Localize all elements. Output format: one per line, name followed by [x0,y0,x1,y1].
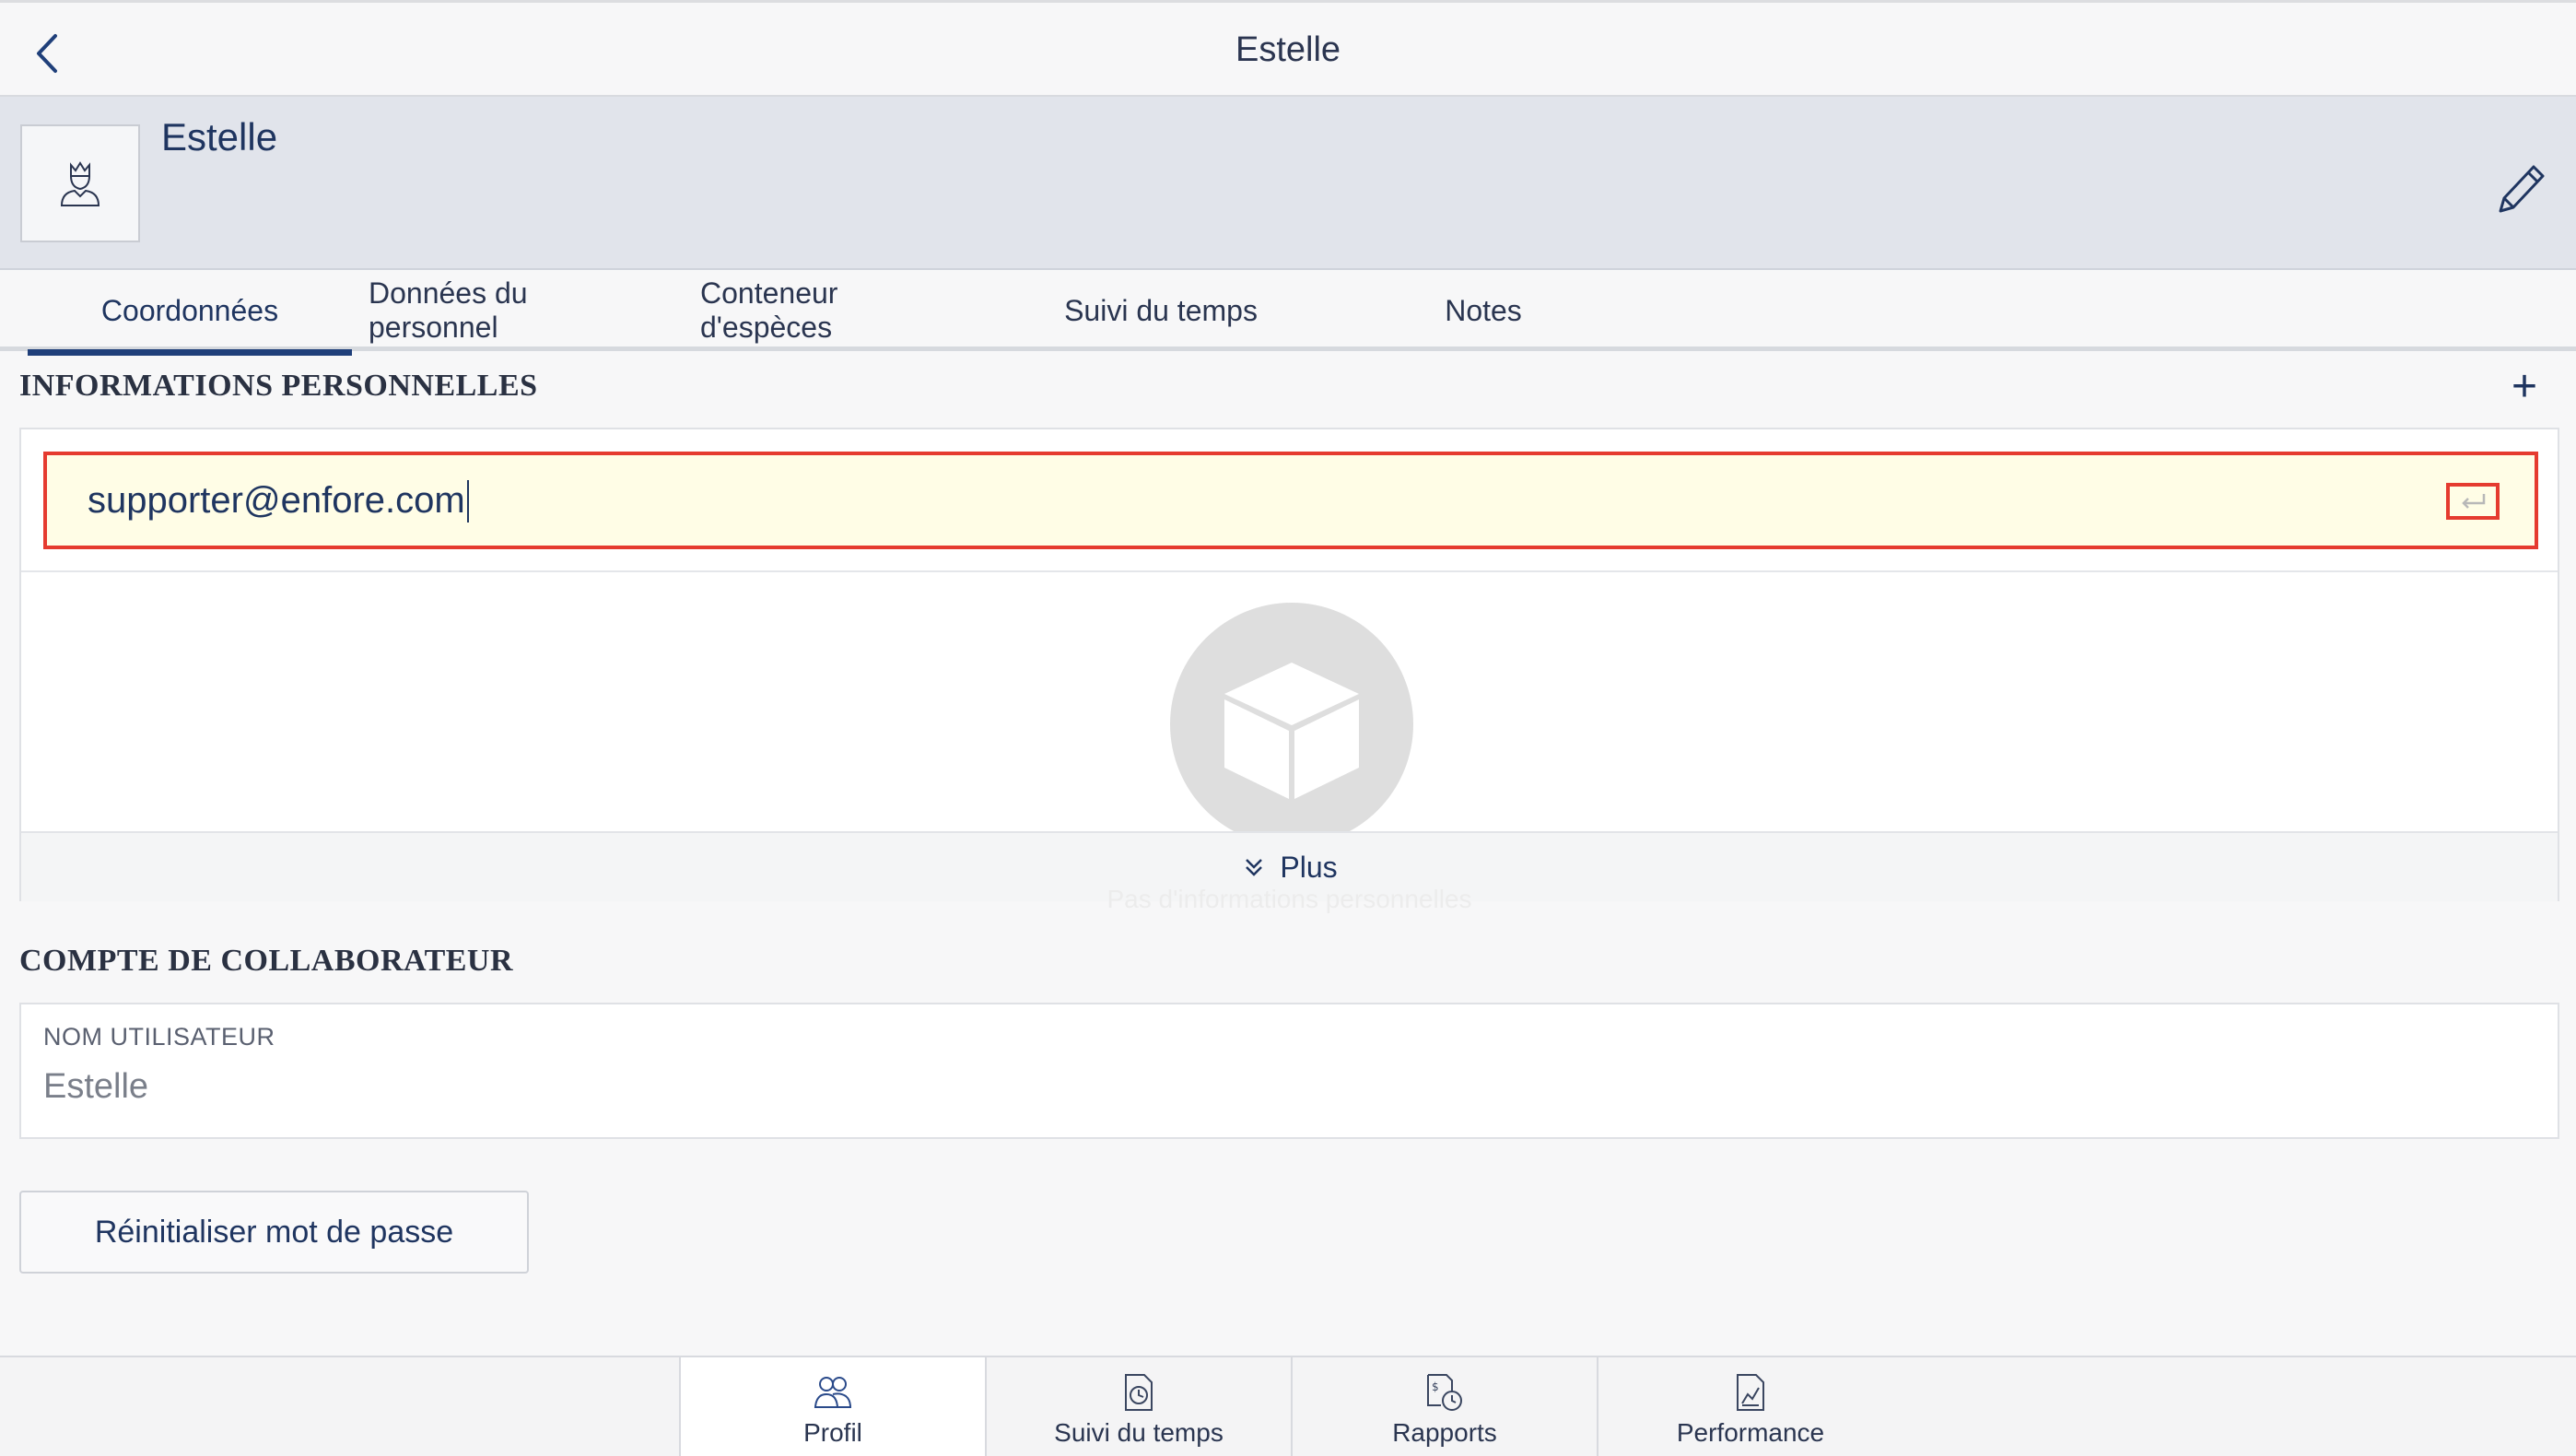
return-icon [2462,494,2486,509]
username-value: Estelle [43,1067,149,1106]
avatar[interactable] [20,124,140,242]
user-avatar-icon [60,161,100,206]
divider [21,570,2558,572]
bottom-tab-profil[interactable]: Profil [679,1357,985,1456]
double-chevron-down-icon [1246,859,1263,876]
chart-document-icon [1737,1374,1764,1411]
tab-conteneur-especes[interactable]: Conteneur d'espèces [700,270,977,351]
empty-state-text: Pas d'informations personnelles [1107,885,1472,913]
svg-text:$: $ [1432,1380,1439,1393]
clock-document-icon [1125,1374,1153,1411]
personal-info-card: Plus Pas d'informations personnelles [19,428,2559,913]
email-row [43,452,2538,549]
bottom-tab-label: Suivi du temps [1054,1418,1224,1447]
account-card: NOM UTILISATEUR Estelle [19,1003,2559,1139]
tab-bar: Coordonnées Données du personnel Contene… [0,270,2576,356]
add-button[interactable]: + [2506,365,2543,413]
profile-name: Estelle [161,115,278,159]
bottom-tab-performance[interactable]: Performance [1597,1357,1903,1456]
bottom-tab-label: Profil [803,1418,862,1447]
pencil-icon [2499,165,2545,213]
bottom-tab-label: Rapports [1392,1418,1497,1447]
bottom-nav-bar: Profil Suivi du temps $ Rapports Perform… [0,1356,2576,1456]
text-caret [467,480,469,523]
account-heading: COMPTE DE COLLABORATEUR [19,944,514,978]
username-label: NOM UTILISATEUR [43,1023,275,1051]
tab-notes[interactable]: Notes [1391,270,1575,351]
box-icon [1224,663,1359,799]
top-nav-bar: Estelle [0,0,2576,97]
profile-header: Estelle [0,97,2576,270]
bottom-tab-rapports[interactable]: $ Rapports [1291,1357,1597,1456]
tab-suivi-temps[interactable]: Suivi du temps [1023,270,1299,351]
personal-info-heading: INFORMATIONS PERSONNELLES [19,369,538,403]
tab-coordonnees[interactable]: Coordonnées [28,270,352,356]
bottom-tab-suivi-temps[interactable]: Suivi du temps [985,1357,1291,1456]
edit-button[interactable] [2493,158,2550,218]
reset-password-button[interactable]: Réinitialiser mot de passe [19,1191,529,1274]
page-title: Estelle [1235,30,1341,69]
more-label: Plus [1280,850,1338,884]
reports-icon: $ [1427,1374,1462,1411]
return-button[interactable] [2446,483,2500,520]
bottom-tab-label: Performance [1676,1418,1825,1447]
email-field[interactable] [88,455,2391,546]
empty-state-illustration [1170,603,1413,846]
tab-donnees-personnel[interactable]: Données du personnel [369,270,662,351]
people-icon [814,1377,852,1408]
